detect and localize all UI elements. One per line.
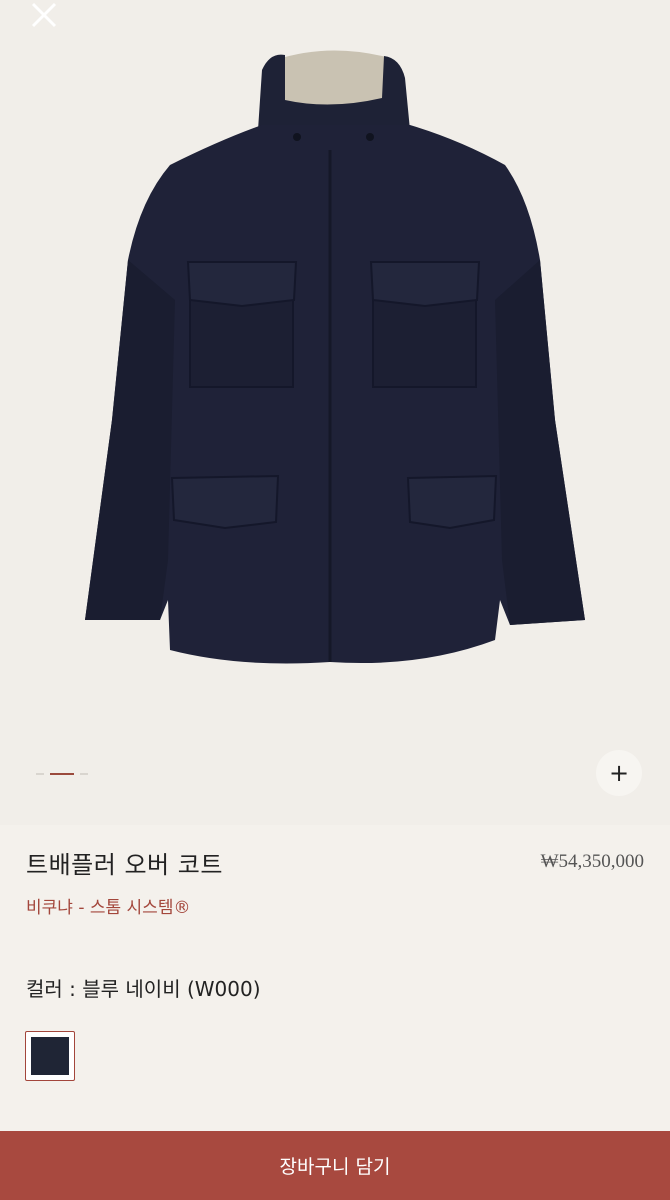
pager-dot[interactable] bbox=[80, 773, 88, 775]
product-info: 트배플러 오버 코트 ₩54,350,000 비쿠냐 - 스톰 시스템® 컬러 … bbox=[0, 825, 670, 1130]
plus-icon: + bbox=[608, 759, 630, 787]
pager-dot-active[interactable] bbox=[50, 773, 74, 775]
pager-dot[interactable] bbox=[36, 773, 44, 775]
product-image-coat bbox=[85, 50, 585, 664]
zoom-button[interactable]: + bbox=[596, 750, 642, 796]
product-image-gallery[interactable]: + bbox=[0, 0, 670, 825]
product-subtitle: 비쿠냐 - 스톰 시스템® bbox=[26, 898, 191, 918]
color-swatch-navy bbox=[31, 1037, 69, 1075]
product-title: 트배플러 오버 코트 bbox=[26, 851, 223, 879]
product-price: ₩54,350,000 bbox=[540, 851, 644, 872]
color-swatch-selected[interactable] bbox=[25, 1031, 75, 1081]
color-label: 컬러 : 블루 네이비 (W000) bbox=[26, 977, 261, 1001]
image-pager[interactable] bbox=[36, 772, 88, 776]
add-to-cart-button[interactable]: 장바구니 담기 bbox=[0, 1131, 670, 1200]
